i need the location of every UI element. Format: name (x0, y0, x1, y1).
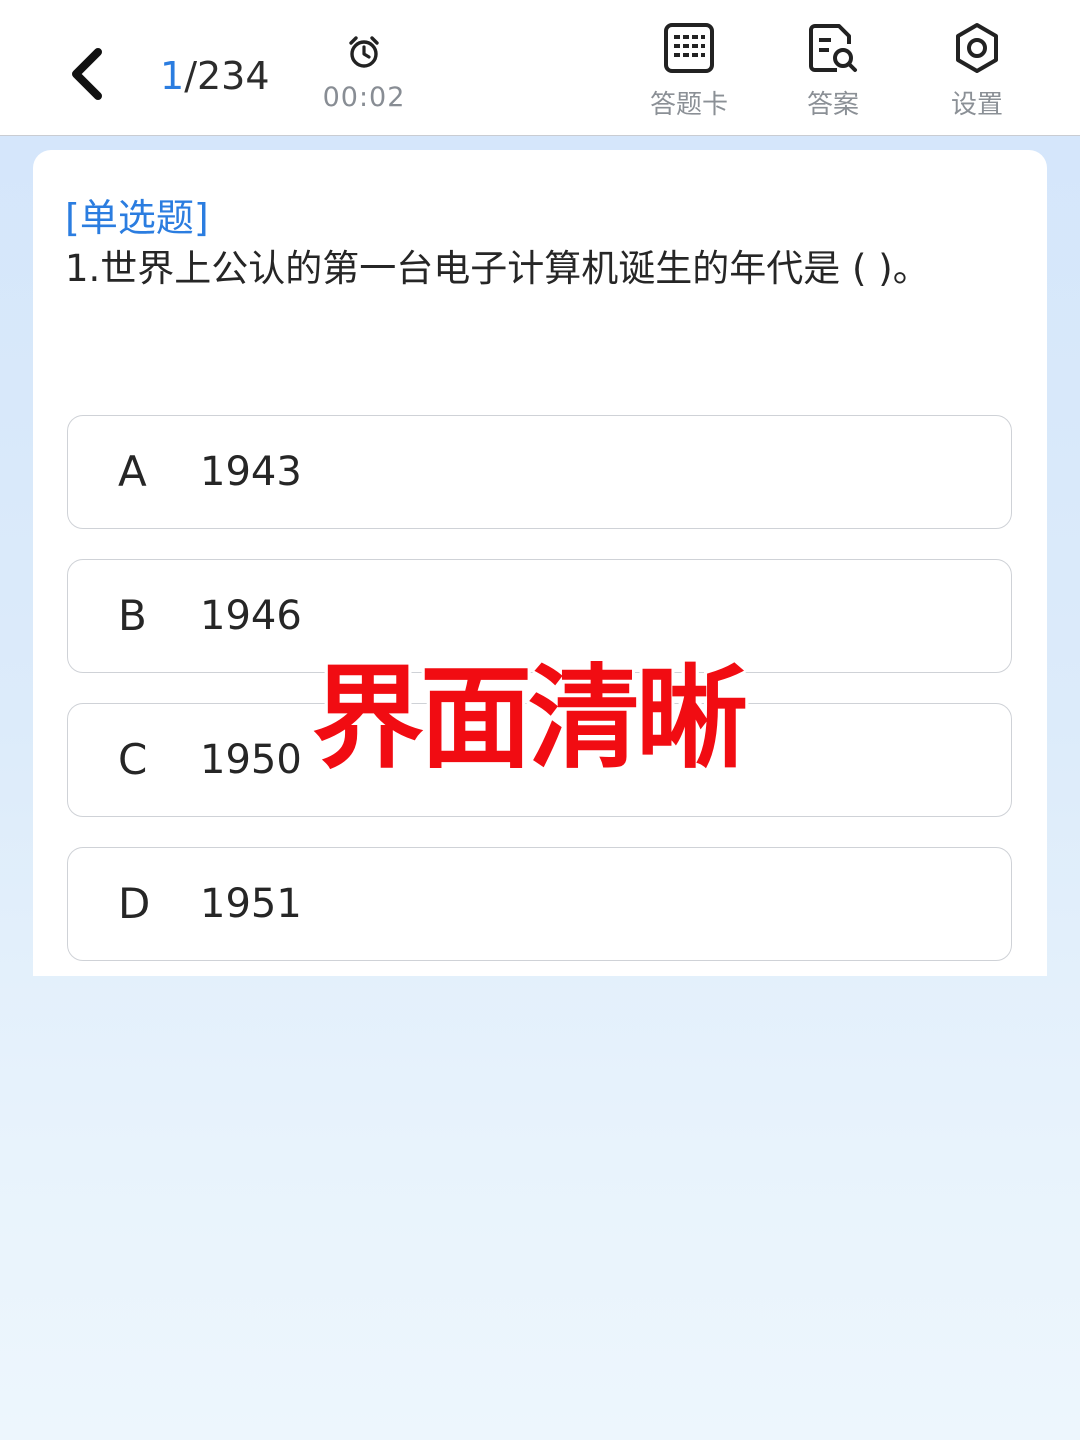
answer-card-label: 答题卡 (649, 90, 728, 120)
settings-button[interactable]: 设置 (922, 22, 1032, 126)
option-value: 1951 (200, 881, 302, 927)
timer: 00:02 (316, 26, 412, 126)
option-a[interactable]: A 1943 (67, 415, 1012, 529)
answer-button[interactable]: 答案 (778, 22, 888, 126)
settings-label: 设置 (950, 90, 1003, 120)
chevron-left-icon (72, 48, 102, 100)
option-letter: A (118, 447, 147, 496)
option-letter: B (118, 591, 147, 640)
timer-value: 00:02 (322, 82, 406, 113)
question-progress: 1/234 (160, 50, 270, 102)
document-search-icon (809, 24, 857, 72)
overlay-caption: 界面清晰 (312, 654, 748, 784)
option-value: 1946 (200, 593, 302, 639)
back-button[interactable] (60, 40, 116, 108)
option-d[interactable]: D 1951 (67, 847, 1012, 961)
option-letter: D (118, 879, 151, 928)
question-type: [单选题] (65, 196, 209, 240)
progress-current: 1 (160, 54, 185, 98)
question-card: [单选题] 1.世界上公认的第一台电子计算机诞生的年代是 ( )。 A 1943… (33, 150, 1047, 976)
grid-card-icon (664, 23, 714, 73)
question-text: 1.世界上公认的第一台电子计算机诞生的年代是 ( )。 (65, 247, 930, 290)
option-letter: C (118, 735, 148, 784)
progress-total: /234 (184, 54, 270, 98)
option-value: 1943 (200, 449, 302, 495)
alarm-clock-icon (349, 36, 379, 68)
gear-icon (956, 23, 998, 73)
answer-card-button[interactable]: 答题卡 (634, 22, 744, 126)
option-value: 1950 (200, 737, 302, 783)
answer-label: 答案 (806, 90, 859, 120)
top-bar: 1/234 00:02 答题卡 答案 设置 (0, 0, 1080, 136)
